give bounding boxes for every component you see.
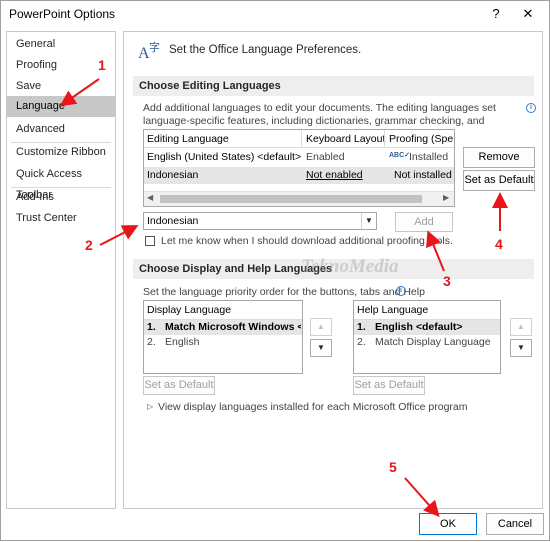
options-window: PowerPoint Options ? ✕ General Proofing … <box>0 0 550 541</box>
arrow-5 <box>404 477 440 517</box>
arrow-1 <box>59 78 100 107</box>
annotation-5: 5 <box>389 459 397 475</box>
annotation-2: 2 <box>85 237 93 253</box>
annotation-3: 3 <box>443 273 451 289</box>
arrow-3 <box>426 230 445 272</box>
annotation-1: 1 <box>98 57 106 73</box>
annotation-4: 4 <box>495 236 503 252</box>
arrow-2 <box>99 225 139 246</box>
annotation-arrows <box>59 78 508 517</box>
